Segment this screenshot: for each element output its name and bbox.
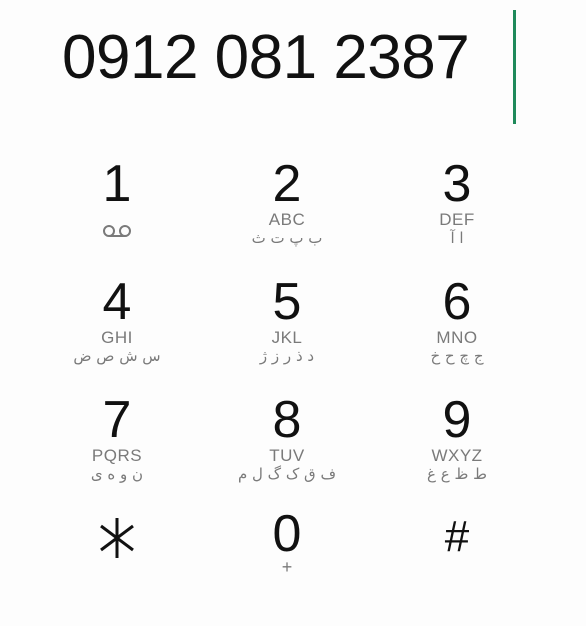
key-digit: 0 — [272, 505, 302, 563]
key-persian-letters: ا آ — [450, 229, 464, 247]
key-letters: DEF — [439, 210, 475, 229]
key-digit: 1 — [102, 155, 132, 213]
number-display[interactable]: 0912 081 2387 — [0, 0, 586, 130]
key-hash[interactable]: # — [382, 508, 532, 626]
key-letters: JKL — [271, 328, 303, 347]
key-persian-letters: ن و ه ی — [90, 465, 144, 483]
key-digit: 7 — [102, 391, 132, 449]
key-letters: GHI — [101, 328, 133, 347]
key-digit: 2 — [272, 155, 302, 213]
key-plus-label: + — [281, 557, 293, 577]
key-1[interactable]: 1 — [42, 158, 192, 276]
key-digit: 9 — [442, 391, 472, 449]
key-7[interactable]: 7 PQRS ن و ه ی — [42, 394, 192, 512]
key-digit: 5 — [272, 273, 302, 331]
key-persian-letters: س ش ص ض — [73, 347, 161, 365]
key-letters: PQRS — [91, 446, 143, 465]
key-persian-letters: د ذ ر ز ژ — [259, 347, 315, 365]
key-letters: MNO — [436, 328, 478, 347]
asterisk-icon — [100, 518, 134, 558]
key-0[interactable]: 0 + — [212, 508, 362, 626]
key-star[interactable] — [42, 508, 192, 626]
key-persian-letters: ب پ ت ث — [251, 229, 323, 247]
key-digit: 4 — [102, 273, 132, 331]
key-digit: 6 — [442, 273, 472, 331]
key-4[interactable]: 4 GHI س ش ص ض — [42, 276, 192, 394]
key-digit: 8 — [272, 391, 302, 449]
text-cursor — [513, 10, 516, 124]
key-9[interactable]: 9 WXYZ ط ظ ع غ — [382, 394, 532, 512]
key-letters: ABC — [268, 210, 306, 229]
dialed-number[interactable]: 0912 081 2387 — [62, 22, 470, 94]
key-digit: 3 — [442, 155, 472, 213]
key-persian-letters: ط ظ ع غ — [427, 465, 487, 483]
voicemail-icon — [103, 225, 131, 237]
key-2[interactable]: 2 ABC ب پ ت ث — [212, 158, 362, 276]
key-letters: WXYZ — [431, 446, 483, 465]
key-5[interactable]: 5 JKL د ذ ر ز ژ — [212, 276, 362, 394]
key-persian-letters: ج چ ح خ — [430, 347, 484, 365]
key-digit: # — [444, 512, 470, 561]
key-8[interactable]: 8 TUV ف ق ک گ ل م — [212, 394, 362, 512]
key-6[interactable]: 6 MNO ج چ ح خ — [382, 276, 532, 394]
key-3[interactable]: 3 DEF ا آ — [382, 158, 532, 276]
key-persian-letters: ف ق ک گ ل م — [237, 465, 337, 483]
key-letters: TUV — [269, 446, 305, 465]
